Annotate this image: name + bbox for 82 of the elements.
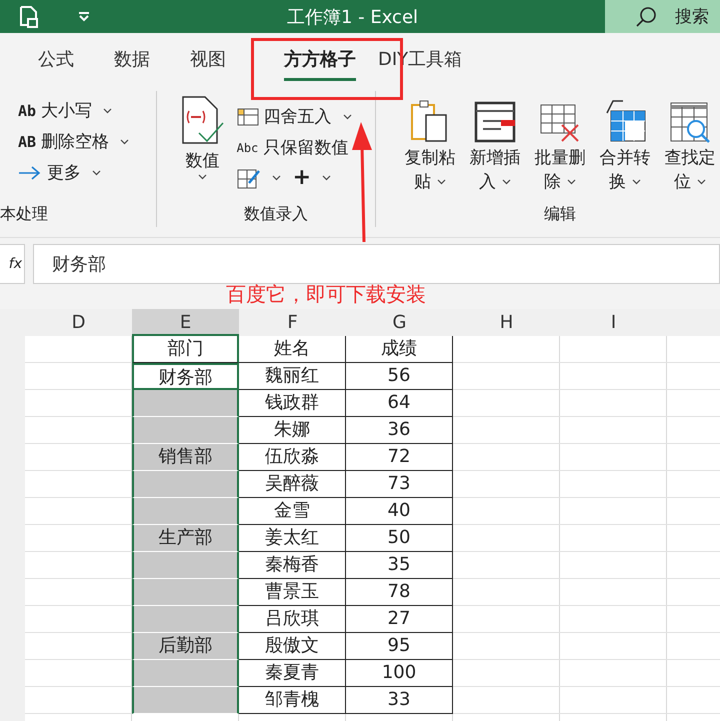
ribbon-tab[interactable]: 方方格子 [284, 41, 356, 81]
column-header[interactable]: I [560, 309, 667, 336]
ribbon-button[interactable]: 更多 [18, 159, 156, 186]
table-cell: 40 [346, 498, 453, 525]
function-button[interactable]: fx [0, 244, 25, 284]
table-pen-icon [236, 167, 261, 189]
table-cell: 钱政群 [239, 390, 346, 417]
table-cell: 后勤部 [132, 633, 239, 660]
caret-icon [437, 179, 446, 186]
table-cell: 64 [346, 390, 453, 417]
ribbon-tab[interactable]: 公式 [38, 41, 94, 81]
group-label: 数值录入 [242, 204, 309, 225]
ribbon-button[interactable]: 合并转 换 [595, 91, 655, 194]
table-cell: 姜太红 [239, 525, 346, 552]
column-header[interactable]: G [346, 309, 453, 336]
table-cell: 魏丽红 [239, 363, 346, 390]
table-cell: 27 [346, 606, 453, 633]
table-cell: 金雪 [239, 498, 346, 525]
caret-icon [272, 175, 281, 181]
table-cell: 吴醉薇 [239, 471, 346, 498]
column-header[interactable]: F [239, 309, 346, 336]
caret-icon [697, 179, 706, 186]
table-cell: 33 [346, 687, 453, 714]
caret-icon [567, 179, 576, 186]
form-icon [473, 99, 517, 145]
table-cell: 秦夏青 [239, 660, 346, 687]
search-icon [635, 6, 657, 28]
table-cell: 73 [346, 471, 453, 498]
ribbon-tab[interactable]: 视图 [190, 41, 246, 81]
ribbon-button[interactable]: 复制粘 贴 [400, 91, 460, 194]
table-cell: 56 [346, 363, 453, 390]
column-header[interactable]: H [453, 309, 560, 336]
table-cell: 姓名 [239, 336, 346, 363]
table-cell: 曹景玉 [239, 579, 346, 606]
caret-icon [502, 179, 511, 186]
table-icon [236, 106, 259, 126]
column-header[interactable]: E [132, 309, 239, 336]
ribbon-tab[interactable]: 数据 [114, 41, 170, 81]
table-cell: 伍欣淼 [239, 444, 346, 471]
table-cell: 35 [346, 552, 453, 579]
ribbon-button[interactable]: + [292, 165, 332, 191]
ribbon-button[interactable]: AB 删除空格 [18, 128, 156, 155]
table-cell: 72 [346, 444, 453, 471]
customize-icon[interactable] [78, 12, 90, 22]
annotation-text: 百度它，即可下载安装 [226, 281, 426, 308]
table-cell: 殷傲文 [239, 633, 346, 660]
table-cell: 成绩 [346, 336, 453, 363]
caret-icon [103, 108, 112, 114]
file-icon[interactable] [18, 4, 40, 28]
search-field[interactable]: 搜索 [605, 0, 720, 33]
table-cell: 部门 [132, 336, 239, 363]
group-label: 本处理 [0, 204, 48, 225]
table-cell: 95 [346, 633, 453, 660]
table-cell: 朱娜 [239, 417, 346, 444]
caret-icon [632, 179, 641, 186]
ribbon-button[interactable]: 四舍五入 [236, 103, 352, 130]
ribbon-button[interactable]: 新增插 入 [465, 91, 525, 194]
ribbon-button[interactable]: 数值 [176, 91, 229, 191]
table-cell: 50 [346, 525, 453, 552]
ribbon-button[interactable]: Ab 大小写 [18, 97, 156, 124]
table-cell: 销售部 [132, 444, 239, 471]
column-header[interactable]: D [25, 309, 132, 336]
table-cell: 吕欣琪 [239, 606, 346, 633]
table-cell: 36 [346, 417, 453, 444]
ribbon-button[interactable]: 查找定 位 [660, 91, 720, 194]
table-cell: 78 [346, 579, 453, 606]
caret-icon [342, 114, 352, 120]
caret-icon [322, 175, 332, 181]
ribbon-button[interactable]: 批量删 除 [530, 91, 590, 194]
table-cell: 秦梅香 [239, 552, 346, 579]
table-cell: 生产部 [132, 525, 239, 552]
ribbon-button[interactable]: Abc 只保留数值 [236, 134, 352, 161]
table-cell: 财务部 [132, 363, 239, 390]
formula-field[interactable]: 财务部 [33, 244, 720, 284]
table-cell: 邹青槐 [239, 687, 346, 714]
window-title: 工作簿1 - Excel [286, 6, 420, 28]
caret-icon [120, 138, 130, 144]
table-cell: 100 [346, 660, 453, 687]
caret-icon [92, 170, 101, 176]
arrow-icon [18, 164, 42, 180]
group-label: 编辑 [543, 204, 577, 225]
caret-icon [198, 174, 208, 180]
